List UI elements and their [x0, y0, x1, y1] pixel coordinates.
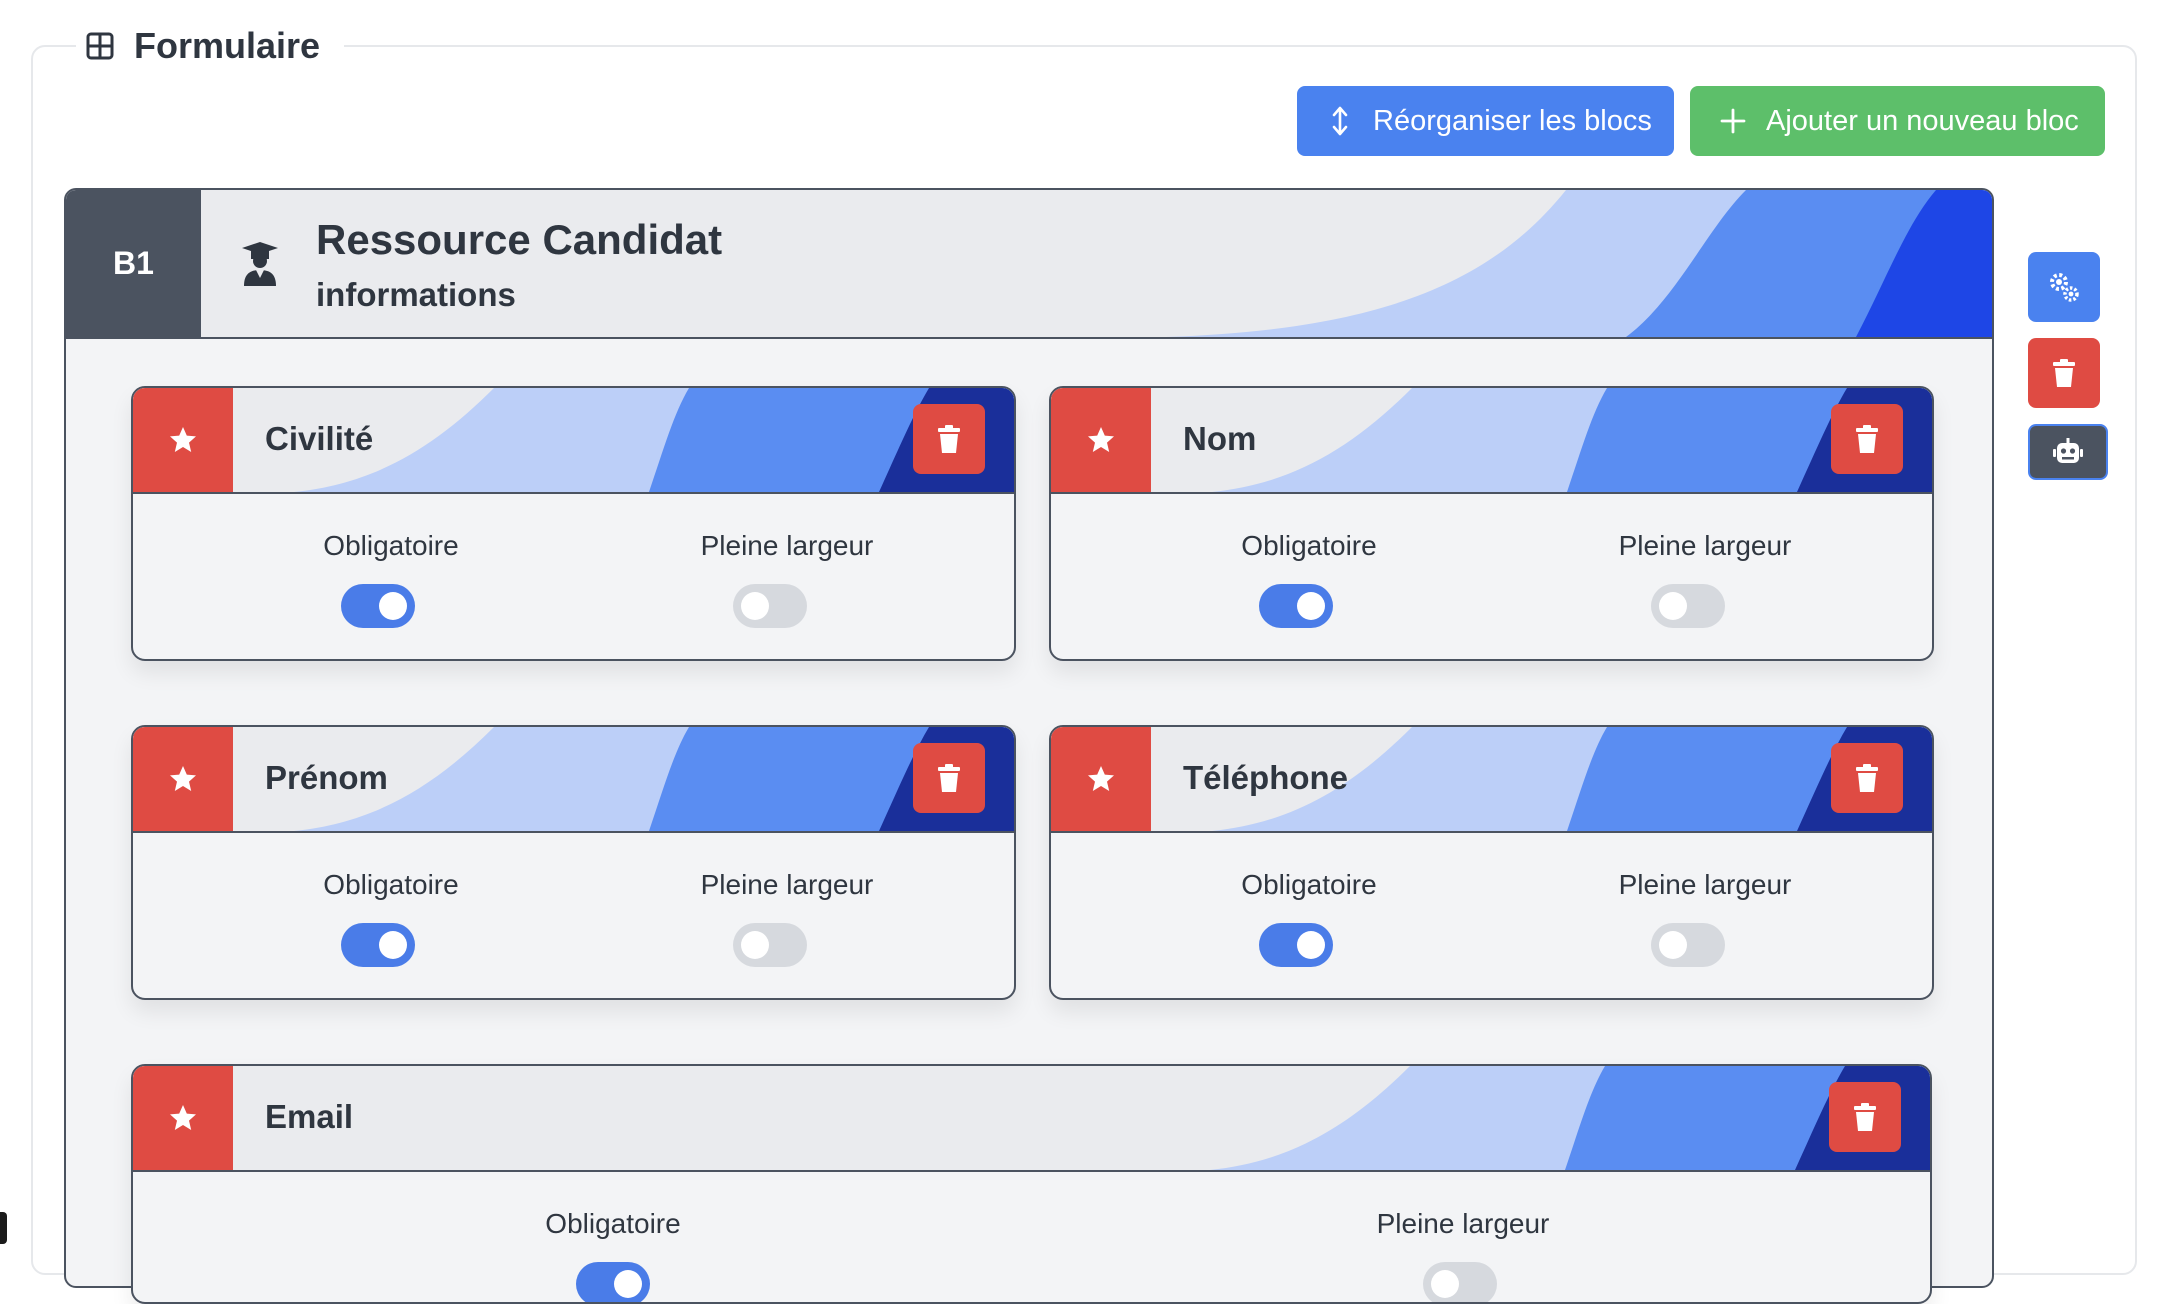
field-delete-button[interactable] — [1831, 404, 1903, 474]
field-delete-button[interactable] — [1829, 1082, 1901, 1152]
reorganize-blocks-button[interactable]: Réorganiser les blocs — [1297, 86, 1674, 156]
field-delete-button[interactable] — [913, 404, 985, 474]
trash-icon — [938, 425, 960, 453]
trash-icon — [938, 764, 960, 792]
toggle-knob — [741, 931, 769, 959]
required-toggle[interactable] — [1259, 584, 1333, 628]
full-width-toggle[interactable] — [1423, 1262, 1497, 1302]
star-icon — [1088, 766, 1114, 791]
star-icon — [170, 766, 196, 791]
star-icon — [170, 1105, 196, 1130]
toggle-knob — [1297, 592, 1325, 620]
star-icon — [1088, 427, 1114, 452]
field-star-badge — [133, 1066, 233, 1170]
field-header: Email — [133, 1066, 1930, 1172]
required-label: Obligatoire — [323, 869, 459, 900]
field-card: Prénom Obligatoire Pleine largeur — [131, 725, 1016, 1000]
toggle-knob — [741, 592, 769, 620]
field-delete-button[interactable] — [913, 743, 985, 813]
trash-icon — [1856, 764, 1878, 792]
add-block-button[interactable]: Ajouter un nouveau bloc — [1690, 86, 2105, 156]
block-number: B1 — [66, 190, 201, 337]
field-star-badge — [1051, 727, 1151, 831]
block-ai-button[interactable] — [2028, 424, 2108, 480]
field-header: Nom — [1051, 388, 1932, 494]
required-label: Obligatoire — [545, 1208, 681, 1239]
toggle-knob — [1659, 592, 1687, 620]
required-label: Obligatoire — [1241, 530, 1377, 561]
required-label: Obligatoire — [1241, 869, 1377, 900]
required-toggle[interactable] — [576, 1262, 650, 1302]
full-width-toggle[interactable] — [1651, 923, 1725, 967]
field-label: Email — [265, 1098, 354, 1135]
block-title: Ressource Candidat — [316, 216, 723, 263]
arrows-vertical-icon — [1332, 106, 1348, 136]
toggle-knob — [379, 931, 407, 959]
block-subtitle: informations — [316, 276, 516, 313]
star-icon — [170, 427, 196, 452]
full-width-label: Pleine largeur — [1618, 869, 1792, 900]
section-legend: Formulaire — [76, 18, 345, 74]
field-card: Civilité Obligatoire Pleine largeur — [131, 386, 1016, 661]
reorganize-blocks-label: Réorganiser les blocs — [1373, 104, 1652, 137]
required-label: Obligatoire — [323, 530, 459, 561]
field-star-badge — [1051, 388, 1151, 492]
required-toggle[interactable] — [341, 584, 415, 628]
toggle-knob — [379, 592, 407, 620]
section-title: Formulaire — [134, 25, 321, 66]
field-header: Téléphone — [1051, 727, 1932, 833]
toggle-knob — [1659, 931, 1687, 959]
block-settings-button[interactable] — [2028, 252, 2100, 322]
required-toggle[interactable] — [341, 923, 415, 967]
block-delete-button[interactable] — [2028, 338, 2100, 408]
toggle-knob — [1297, 931, 1325, 959]
plus-icon — [1720, 108, 1746, 134]
window-edge-marker — [0, 1212, 7, 1244]
field-label: Civilité — [265, 420, 374, 457]
full-width-label: Pleine largeur — [700, 530, 874, 561]
full-width-toggle[interactable] — [733, 923, 807, 967]
full-width-label: Pleine largeur — [700, 869, 874, 900]
user-graduate-icon — [242, 242, 278, 286]
field-header: Prénom — [133, 727, 1014, 833]
field-star-badge — [133, 388, 233, 492]
field-card: Email Obligatoire Pleine largeur — [131, 1064, 1932, 1304]
field-header-wave-decoration — [1210, 1066, 1930, 1170]
trash-icon — [2053, 359, 2075, 387]
full-width-label: Pleine largeur — [1618, 530, 1792, 561]
grid-icon — [86, 32, 114, 60]
trash-icon — [1856, 425, 1878, 453]
field-delete-button[interactable] — [1831, 743, 1903, 813]
full-width-toggle[interactable] — [733, 584, 807, 628]
full-width-toggle[interactable] — [1651, 584, 1725, 628]
block-header: B1 Ressource Candidat informations — [66, 190, 1992, 339]
gears-icon — [2050, 273, 2079, 302]
field-card: Nom Obligatoire Pleine largeur — [1049, 386, 1934, 661]
field-label: Prénom — [265, 759, 388, 796]
field-star-badge — [133, 727, 233, 831]
trash-icon — [1854, 1103, 1876, 1131]
robot-icon — [2053, 438, 2083, 463]
toggle-knob — [614, 1270, 642, 1298]
field-card: Téléphone Obligatoire Pleine largeur — [1049, 725, 1934, 1000]
field-header: Civilité — [133, 388, 1014, 494]
field-label: Téléphone — [1183, 759, 1349, 796]
required-toggle[interactable] — [1259, 923, 1333, 967]
full-width-label: Pleine largeur — [1376, 1208, 1550, 1239]
toggle-knob — [1431, 1270, 1459, 1298]
add-block-label: Ajouter un nouveau bloc — [1766, 104, 2079, 137]
field-label: Nom — [1183, 420, 1257, 457]
